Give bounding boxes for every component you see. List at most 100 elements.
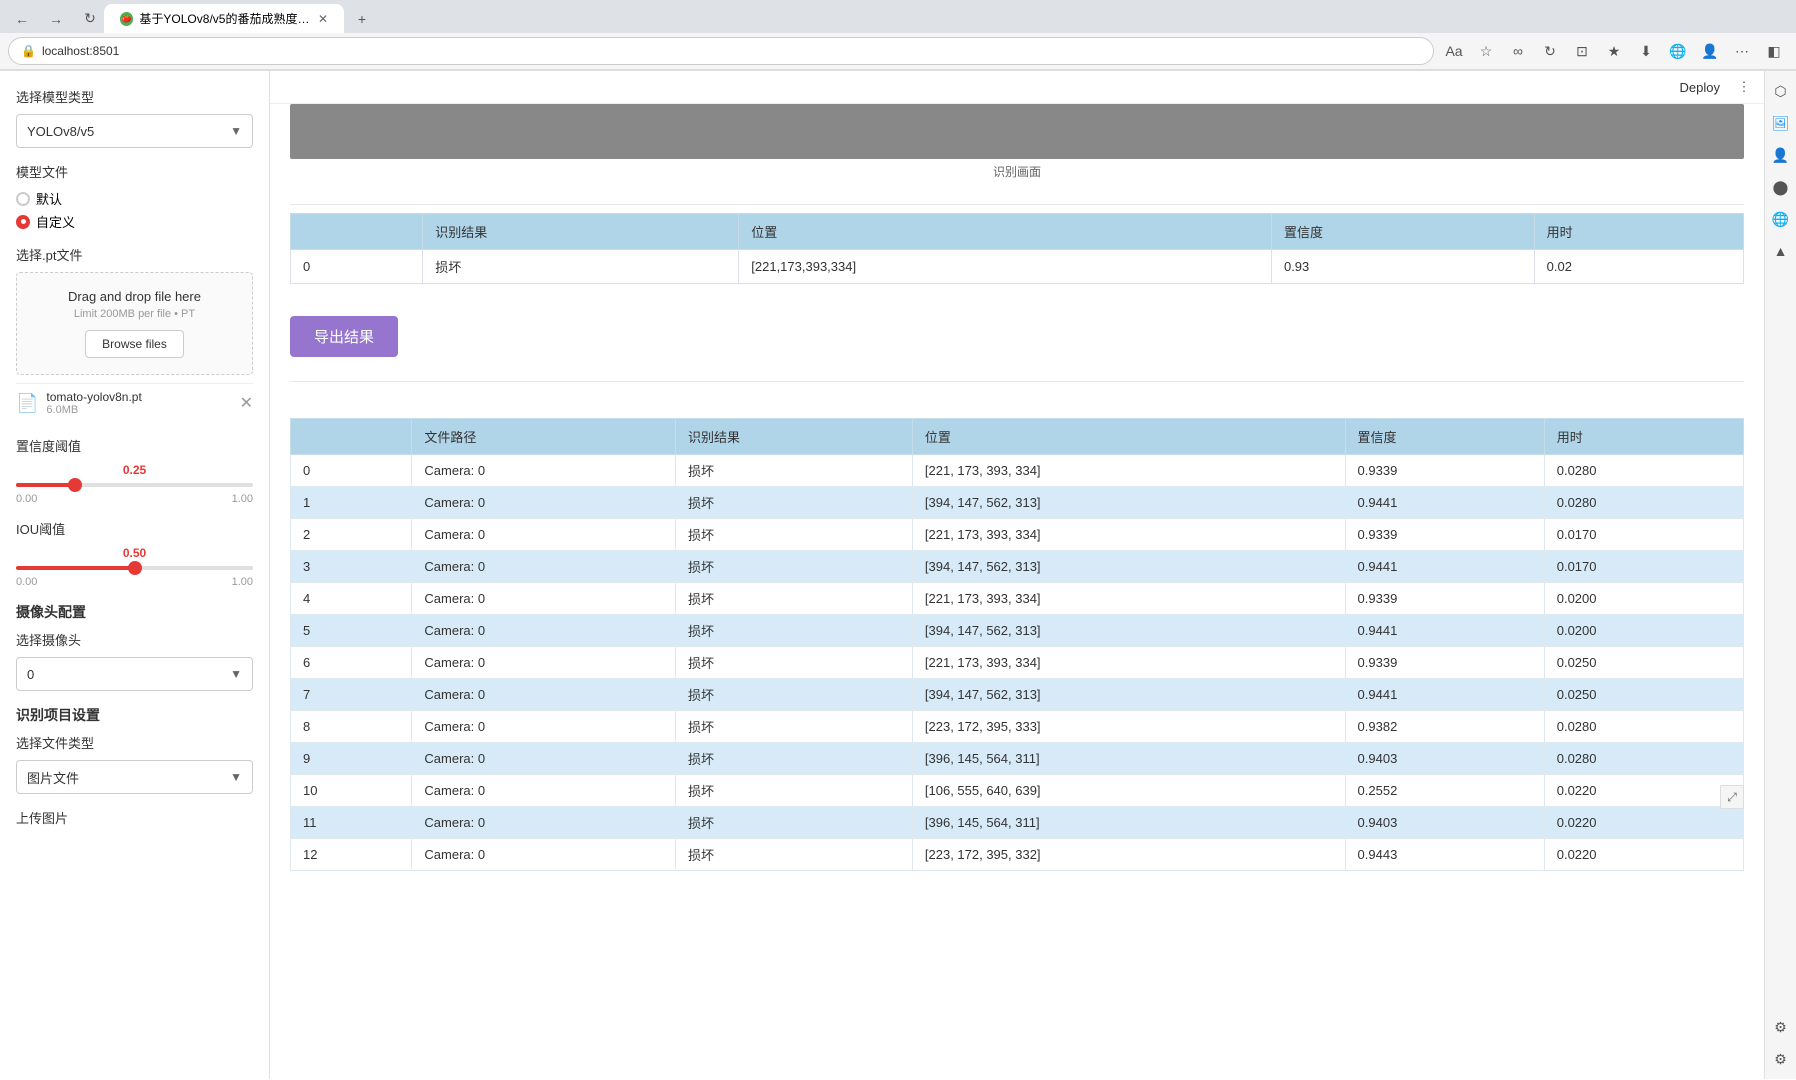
image-preview xyxy=(290,104,1744,159)
more-options-icon[interactable]: ⋯ xyxy=(1728,37,1756,65)
res-cell-path: Camera: 0 xyxy=(412,487,676,519)
more-menu-button[interactable]: ⋮ xyxy=(1732,75,1756,99)
res-cell-result: 损坏 xyxy=(676,775,913,807)
project-label: 识别项目设置 xyxy=(16,705,253,725)
iou-slider-track[interactable] xyxy=(16,566,253,570)
tab-close-icon[interactable]: ✕ xyxy=(318,12,328,26)
res-cell-position: [221, 173, 393, 334] xyxy=(912,647,1345,679)
res-header-result: 识别结果 xyxy=(676,419,913,455)
res-cell-index: 11 xyxy=(291,807,412,839)
export-button[interactable]: 导出结果 xyxy=(290,316,398,357)
confidence-slider-thumb[interactable] xyxy=(68,478,82,492)
file-type-dropdown-arrow: ▼ xyxy=(230,770,242,784)
profile-icon[interactable]: 👤 xyxy=(1696,37,1724,65)
res-table-row: 2 Camera: 0 损坏 [221, 173, 393, 334] 0.93… xyxy=(291,519,1744,551)
confidence-min: 0.00 xyxy=(16,493,37,505)
res-cell-time: 0.0280 xyxy=(1544,487,1743,519)
camera-dropdown[interactable]: 0 ▼ xyxy=(16,657,253,691)
favorites-icon[interactable]: ☆ xyxy=(1472,37,1500,65)
radio-default[interactable]: 默认 xyxy=(16,189,253,208)
refresh-icon[interactable]: ↻ xyxy=(1536,37,1564,65)
tab-favicon: 🍅 xyxy=(120,12,133,26)
loop-icon[interactable]: ∞ xyxy=(1504,37,1532,65)
main-content: Deploy ⋮ 识别画面 识别结果 位置 置信度 用时 xyxy=(270,71,1764,1079)
expand-icon[interactable]: ⤢ xyxy=(1720,785,1744,809)
right-icon-settings[interactable]: ⚙ xyxy=(1769,1015,1793,1039)
new-tab-button[interactable]: + xyxy=(348,5,376,33)
res-cell-index: 5 xyxy=(291,615,412,647)
res-header-time: 用时 xyxy=(1544,419,1743,455)
pt-file-section: 选择.pt文件 Drag and drop file here Limit 20… xyxy=(16,245,253,422)
res-cell-position: [396, 145, 564, 311] xyxy=(912,743,1345,775)
confidence-slider-track[interactable] xyxy=(16,483,253,487)
right-icon-6[interactable]: ▲ xyxy=(1769,239,1793,263)
res-cell-confidence: 0.9339 xyxy=(1345,583,1544,615)
model-type-dropdown[interactable]: YOLOv8/v5 ▼ xyxy=(16,114,253,148)
right-panel: ⬡ 🖼 👤 ⬤ 🌐 ▲ ⚙ ⚙ xyxy=(1764,71,1796,1079)
image-caption: 识别画面 xyxy=(290,159,1744,188)
collect-icon[interactable]: ★ xyxy=(1600,37,1628,65)
iou-slider-thumb[interactable] xyxy=(128,561,142,575)
right-icon-5[interactable]: 🌐 xyxy=(1769,207,1793,231)
deploy-button[interactable]: Deploy xyxy=(1668,76,1732,99)
res-cell-path: Camera: 0 xyxy=(412,583,676,615)
split-icon[interactable]: ⊡ xyxy=(1568,37,1596,65)
res-cell-path: Camera: 0 xyxy=(412,647,676,679)
res-cell-path: Camera: 0 xyxy=(412,807,676,839)
active-tab[interactable]: 🍅 基于YOLOv8/v5的番茄成熟度检... ✕ xyxy=(104,4,344,33)
address-bar[interactable]: 🔒 localhost:8501 xyxy=(8,37,1434,65)
res-cell-result: 损坏 xyxy=(676,487,913,519)
forward-button[interactable]: → xyxy=(42,5,70,33)
right-icon-1[interactable]: ⬡ xyxy=(1769,79,1793,103)
res-cell-confidence: 0.9443 xyxy=(1345,839,1544,871)
res-cell-index: 12 xyxy=(291,839,412,871)
res-cell-time: 0.0280 xyxy=(1544,711,1743,743)
res-cell-time: 0.0250 xyxy=(1544,647,1743,679)
res-cell-result: 损坏 xyxy=(676,711,913,743)
download-icon[interactable]: ⬇ xyxy=(1632,37,1660,65)
sidebar-toggle-icon[interactable]: ◧ xyxy=(1760,37,1788,65)
res-cell-path: Camera: 0 xyxy=(412,455,676,487)
right-icon-2[interactable]: 🖼 xyxy=(1769,111,1793,135)
browse-files-button[interactable]: Browse files xyxy=(85,330,184,358)
file-icon: 📄 xyxy=(16,393,38,414)
right-icon-3[interactable]: 👤 xyxy=(1769,143,1793,167)
reader-icon[interactable]: Aa xyxy=(1440,37,1468,65)
res-cell-path: Camera: 0 xyxy=(412,743,676,775)
camera-config-label: 摄像头配置 xyxy=(16,602,253,622)
res-cell-position: [106, 555, 640, 639] xyxy=(912,775,1345,807)
iou-max: 1.00 xyxy=(232,576,253,588)
radio-custom[interactable]: 自定义 xyxy=(16,212,253,231)
right-icon-settings2[interactable]: ⚙ xyxy=(1769,1047,1793,1071)
confidence-slider-fill xyxy=(16,483,75,487)
res-cell-result: 损坏 xyxy=(676,519,913,551)
upload-limit-text: Limit 200MB per file • PT xyxy=(33,308,236,320)
res-cell-path: Camera: 0 xyxy=(412,519,676,551)
res-cell-path: Camera: 0 xyxy=(412,775,676,807)
file-upload-box[interactable]: Drag and drop file here Limit 200MB per … xyxy=(16,272,253,375)
radio-custom-circle xyxy=(16,215,30,229)
res-table-row: 3 Camera: 0 损坏 [394, 147, 562, 313] 0.94… xyxy=(291,551,1744,583)
model-type-value: YOLOv8/v5 xyxy=(27,124,94,139)
res-table-row: 9 Camera: 0 损坏 [396, 145, 564, 311] 0.94… xyxy=(291,743,1744,775)
res-cell-index: 10 xyxy=(291,775,412,807)
detection-table-header-row: 识别结果 位置 置信度 用时 xyxy=(291,214,1744,250)
det-header-confidence: 置信度 xyxy=(1271,214,1534,250)
camera-section: 摄像头配置 选择摄像头 0 ▼ xyxy=(16,602,253,691)
translate-icon[interactable]: 🌐 xyxy=(1664,37,1692,65)
address-text: localhost:8501 xyxy=(42,44,119,58)
det-header-time: 用时 xyxy=(1534,214,1743,250)
file-type-dropdown[interactable]: 图片文件 ▼ xyxy=(16,760,253,794)
res-cell-position: [221, 173, 393, 334] xyxy=(912,519,1345,551)
right-icon-4[interactable]: ⬤ xyxy=(1769,175,1793,199)
res-cell-path: Camera: 0 xyxy=(412,551,676,583)
reload-button[interactable]: ↻ xyxy=(76,5,104,33)
radio-default-label: 默认 xyxy=(36,189,62,208)
back-button[interactable]: ← xyxy=(8,5,36,33)
confidence-max: 1.00 xyxy=(232,493,253,505)
spacer-1 xyxy=(270,300,1764,316)
radio-default-circle xyxy=(16,192,30,206)
det-header-index xyxy=(291,214,423,250)
file-remove-icon[interactable]: ✕ xyxy=(240,393,253,413)
res-cell-confidence: 0.9441 xyxy=(1345,679,1544,711)
